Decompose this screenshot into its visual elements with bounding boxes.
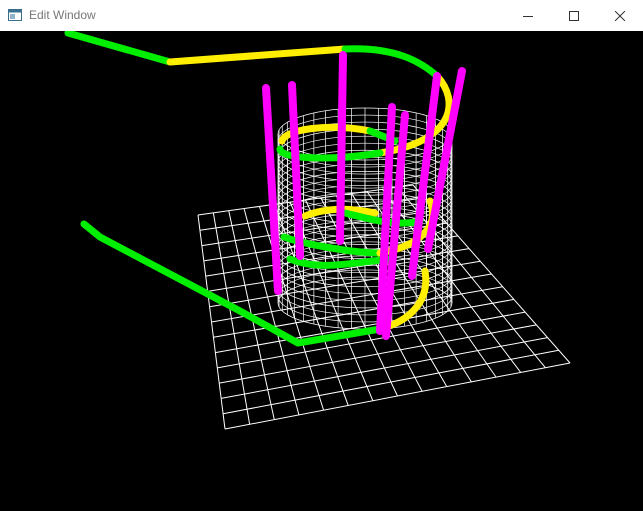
window-title: Edit Window — [29, 8, 96, 22]
maximize-button[interactable] — [551, 0, 597, 31]
close-button[interactable] — [597, 0, 643, 31]
maximize-icon — [569, 10, 579, 21]
title-bar[interactable]: Edit Window — [0, 0, 643, 31]
support-pillar — [336, 51, 347, 245]
3d-viewport[interactable] — [0, 31, 643, 511]
app-window-icon — [8, 8, 22, 21]
minimize-icon — [523, 11, 533, 21]
edit-window: Edit Window — [0, 0, 643, 511]
close-icon — [615, 10, 625, 21]
minimize-button[interactable] — [505, 0, 551, 31]
scene-canvas[interactable] — [0, 31, 643, 511]
scene-background — [0, 31, 643, 511]
